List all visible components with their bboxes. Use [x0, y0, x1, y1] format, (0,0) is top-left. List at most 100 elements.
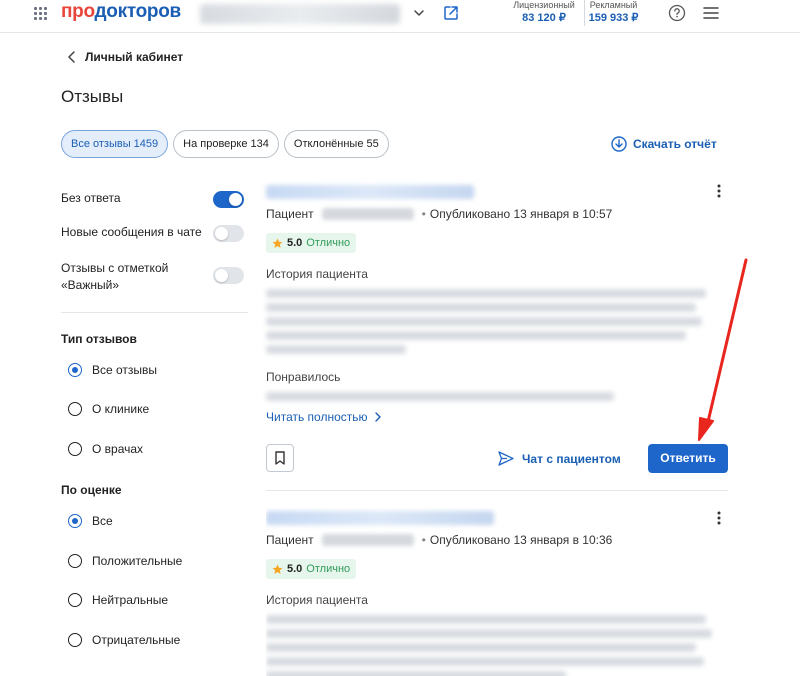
radio-rating-negative[interactable]: Отрицательные: [68, 633, 180, 647]
menu-icon[interactable]: [703, 6, 719, 20]
card-divider: [266, 490, 728, 491]
toggle-label-new-messages: Новые сообщения в чате: [61, 225, 202, 239]
rating-word: Отлично: [306, 237, 351, 249]
radio-label: Положительные: [92, 554, 183, 568]
external-link-icon[interactable]: [442, 4, 460, 22]
review-status-tabs: Все отзывы 1459 На проверке 134 Отклонён…: [61, 130, 389, 158]
patient-history-label: История пациента: [266, 267, 368, 281]
radio-button[interactable]: [68, 514, 82, 528]
radio-label: О врачах: [92, 442, 144, 456]
apps-grid-icon[interactable]: [34, 7, 47, 20]
author-name-blurred[interactable]: [266, 185, 474, 199]
radio-about-doctors[interactable]: О врачах: [68, 442, 143, 456]
rating-value: 5.0: [287, 563, 303, 575]
radio-rating-all[interactable]: Все: [68, 514, 113, 528]
ad-balance[interactable]: Рекламный 159 933 ₽: [584, 0, 642, 26]
important-toggle[interactable]: [213, 267, 244, 284]
ad-balance-label: Рекламный: [589, 0, 638, 10]
star-icon: [272, 564, 283, 574]
read-more-label: Читать полностью: [266, 410, 368, 424]
logo[interactable]: продокторов: [61, 1, 181, 23]
review-text-blurred: [266, 615, 706, 624]
review-card: Пациент • Опубликовано 13 января в 10:36…: [266, 508, 728, 676]
toggle-label-unanswered: Без ответа: [61, 191, 121, 205]
tab-on-moderation[interactable]: На проверке 134: [173, 130, 279, 158]
radio-button[interactable]: [68, 442, 82, 456]
patient-name-blurred: [321, 534, 414, 546]
chat-button-label: Чат с пациентом: [522, 451, 621, 466]
radio-button[interactable]: [68, 363, 82, 377]
chat-with-patient-button[interactable]: Чат с пациентом: [498, 451, 621, 466]
bookmark-button[interactable]: [266, 444, 294, 472]
new-messages-toggle[interactable]: [213, 225, 244, 242]
license-balance-label: Лицензионный: [513, 0, 575, 10]
radio-button[interactable]: [68, 402, 82, 416]
review-text-blurred: [266, 643, 696, 652]
radio-label: Нейтральные: [92, 593, 169, 607]
review-meta: Пациент • Опубликовано 13 января в 10:57: [266, 207, 612, 221]
radio-button[interactable]: [68, 633, 82, 647]
meta-separator: •: [421, 207, 426, 221]
tab-rejected[interactable]: Отклонённые 55: [283, 130, 389, 158]
radio-button[interactable]: [68, 554, 82, 568]
rating-filter-title: По оценке: [61, 483, 122, 497]
review-text-blurred: [266, 303, 696, 312]
review-text-blurred: [266, 331, 686, 340]
logo-part-2: докторов: [94, 1, 182, 22]
sidebar-divider: [61, 312, 248, 313]
more-options-icon[interactable]: [717, 184, 721, 198]
review-text-blurred: [266, 289, 706, 298]
radio-button[interactable]: [68, 593, 82, 607]
review-type-title: Тип отзывов: [61, 332, 137, 346]
license-balance[interactable]: Лицензионный 83 120 ₽: [508, 0, 580, 26]
rating-value: 5.0: [287, 237, 303, 249]
back-link-label: Личный кабинет: [85, 50, 184, 64]
chevron-right-icon: [374, 412, 381, 422]
reply-button[interactable]: Ответить: [648, 444, 728, 473]
help-icon[interactable]: [668, 4, 686, 22]
rating-badge: 5.0 Отлично: [266, 233, 357, 253]
published-date: Опубликовано 13 января в 10:57: [429, 207, 613, 221]
review-meta: Пациент • Опубликовано 13 января в 10:36: [266, 533, 612, 547]
top-bar: продокторов Лицензионный 83 120 ₽ Реклам…: [0, 0, 800, 33]
download-report-label: Скачать отчёт: [633, 137, 717, 151]
liked-label: Понравилось: [266, 370, 341, 384]
read-more-link[interactable]: Читать полностью: [266, 410, 382, 424]
download-report-button[interactable]: Скачать отчёт: [611, 136, 717, 152]
chevron-left-icon: [68, 51, 75, 63]
patient-label: Пациент: [266, 207, 314, 221]
star-icon: [272, 238, 283, 248]
patient-name-blurred: [321, 208, 414, 220]
page-title: Отзывы: [61, 87, 124, 106]
rating-badge: 5.0 Отлично: [266, 559, 357, 579]
tab-all-reviews[interactable]: Все отзывы 1459: [61, 130, 169, 158]
toggle-row-important[interactable]: Отзывы с отметкой «Важный»: [61, 260, 248, 294]
radio-all-reviews[interactable]: Все отзывы: [68, 363, 157, 377]
back-to-cabinet-link[interactable]: Личный кабинет: [67, 50, 183, 64]
chevron-down-icon[interactable]: [412, 6, 426, 20]
clinic-selector-blurred[interactable]: [200, 4, 400, 24]
radio-about-clinic[interactable]: О клинике: [68, 402, 149, 416]
radio-rating-positive[interactable]: Положительные: [68, 554, 182, 568]
toggle-label-important: Отзывы с отметкой «Важный»: [61, 261, 169, 292]
radio-label: Отрицательные: [92, 633, 181, 647]
toggle-row-unanswered[interactable]: Без ответа: [61, 191, 248, 208]
toggle-row-new-messages[interactable]: Новые сообщения в чате: [61, 225, 248, 242]
download-icon: [611, 136, 627, 152]
more-options-icon[interactable]: [717, 511, 721, 525]
rating-word: Отлично: [306, 563, 351, 575]
bookmark-icon: [275, 451, 285, 465]
license-balance-value: 83 120 ₽: [522, 12, 566, 24]
logo-part-1: про: [61, 1, 95, 22]
author-name-blurred[interactable]: [266, 511, 494, 525]
radio-rating-neutral[interactable]: Нейтральные: [68, 593, 168, 607]
radio-label: Все отзывы: [92, 363, 158, 377]
liked-text-blurred: [266, 392, 614, 401]
patient-history-label: История пациента: [266, 593, 368, 607]
radio-label: Все: [92, 514, 113, 528]
unanswered-toggle[interactable]: [213, 191, 244, 208]
review-text-blurred: [266, 317, 702, 326]
patient-label: Пациент: [266, 533, 314, 547]
review-text-blurred: [266, 671, 566, 676]
review-card: Пациент • Опубликовано 13 января в 10:57…: [266, 182, 728, 478]
